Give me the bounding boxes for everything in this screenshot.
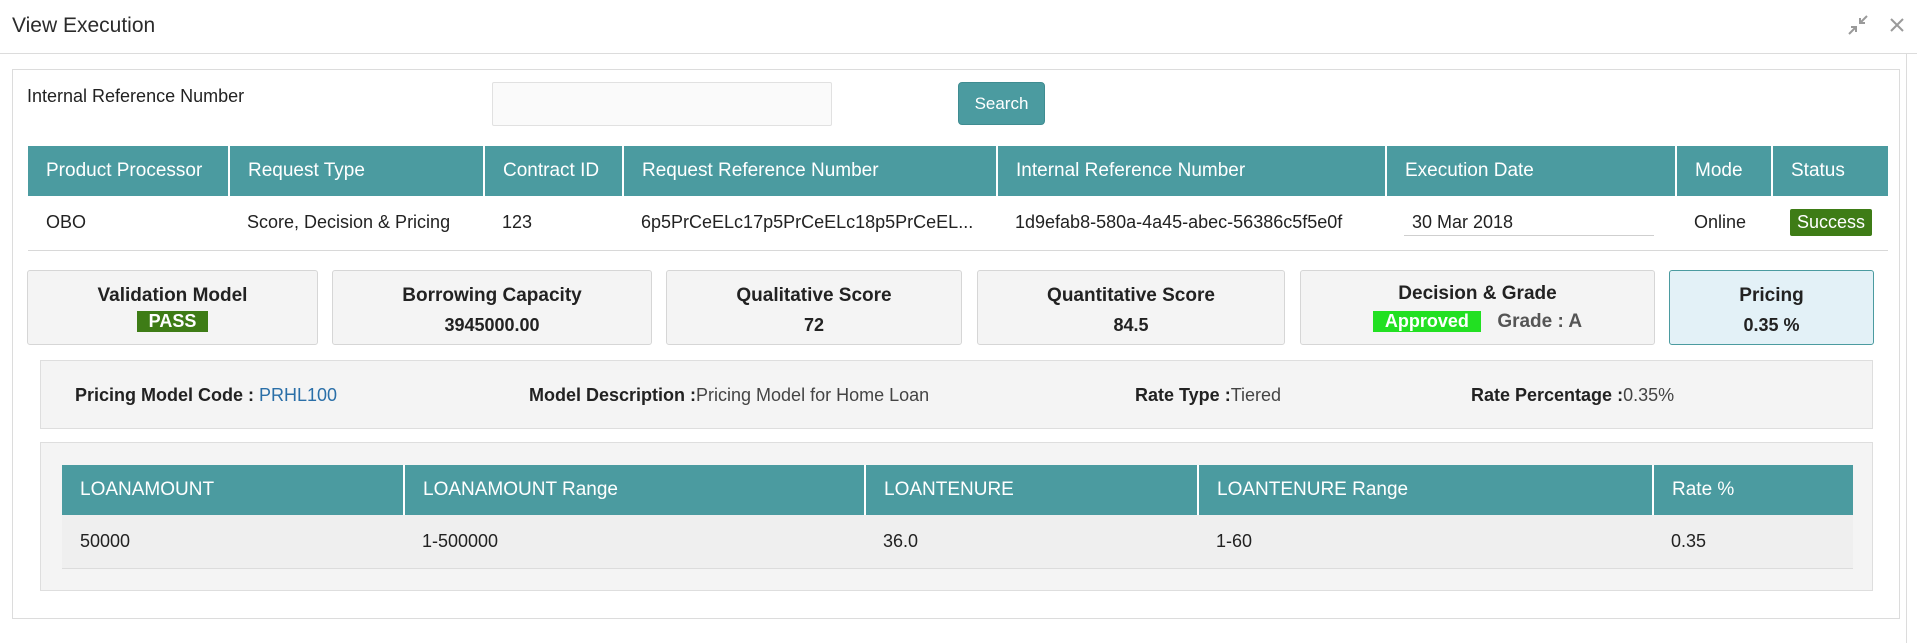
pricing-info-strip: Pricing Model Code : PRHL100 Model Descr… (40, 360, 1873, 429)
col-loantenure-range: LOANTENURE Range (1198, 465, 1654, 515)
cell-rate-percent: 0.35 (1653, 515, 1853, 569)
window-titlebar: View Execution (0, 0, 1917, 54)
quantitative-score-card[interactable]: Quantitative Score 84.5 (977, 270, 1285, 345)
qualitative-score-card[interactable]: Qualitative Score 72 (666, 270, 962, 345)
model-description-value: Pricing Model for Home Loan (696, 385, 930, 405)
decision-row: Approved Grade : A (1301, 311, 1654, 333)
card-value: 72 (803, 315, 825, 335)
card-title: Qualitative Score (736, 285, 892, 306)
approved-badge: Approved (1372, 311, 1481, 332)
cell-loanamount-range: 1-500000 (404, 515, 865, 569)
col-execution-date: Execution Date (1386, 146, 1677, 196)
col-request-reference-number: Request Reference Number (623, 146, 998, 196)
col-mode: Mode (1676, 146, 1773, 196)
card-title: Pricing (1739, 285, 1804, 306)
rate-percentage-value: 0.35% (1623, 385, 1675, 405)
col-loanamount: LOANAMOUNT (62, 465, 405, 515)
cell-request-type: Score, Decision & Pricing (229, 196, 484, 251)
card-title: Validation Model (97, 285, 248, 306)
validation-model-card[interactable]: Validation Model PASS (27, 270, 318, 345)
decision-grade-card[interactable]: Decision & Grade Approved Grade : A (1300, 270, 1655, 345)
col-loanamount-range: LOANAMOUNT Range (404, 465, 866, 515)
rate-type-label: Rate Type : (1135, 385, 1231, 405)
rate-table-header: LOANAMOUNT LOANAMOUNT Range LOANTENURE L… (62, 465, 1853, 515)
model-description-label: Model Description : (529, 385, 697, 405)
close-icon[interactable] (1889, 17, 1905, 33)
rate-table: LOANAMOUNT LOANAMOUNT Range LOANTENURE L… (62, 465, 1853, 569)
internal-reference-input[interactable] (492, 82, 832, 126)
card-value: 0.35 % (1743, 315, 1800, 335)
rate-percentage: Rate Percentage :0.35% (1471, 385, 1674, 406)
window-title: View Execution (12, 14, 156, 37)
window-controls (1847, 14, 1905, 36)
table-row[interactable]: 50000 1-500000 36.0 1-60 0.35 (62, 515, 1853, 569)
col-contract-id: Contract ID (484, 146, 624, 196)
grade-text: Grade : A (1497, 311, 1583, 332)
status-badge: Success (1790, 209, 1873, 237)
search-button[interactable]: Search (958, 82, 1045, 125)
execution-table-header: Product Processor Request Type Contract … (28, 146, 1888, 196)
execution-date-field: 30 Mar 2018 (1404, 210, 1654, 236)
col-internal-reference-number: Internal Reference Number (997, 146, 1387, 196)
search-label: Internal Reference Number (27, 86, 245, 106)
col-rate-percent: Rate % (1653, 465, 1853, 515)
col-request-type: Request Type (229, 146, 485, 196)
card-value: 3945000.00 (444, 315, 540, 335)
col-loantenure: LOANTENURE (865, 465, 1199, 515)
execution-table: Product Processor Request Type Contract … (28, 146, 1888, 251)
pricing-card[interactable]: Pricing 0.35 % (1669, 270, 1874, 345)
rate-type-value: Tiered (1230, 385, 1282, 405)
rate-type: Rate Type :Tiered (1135, 385, 1281, 406)
window-right-border (1906, 54, 1907, 643)
col-status: Status (1772, 146, 1888, 196)
cell-loantenure-range: 1-60 (1198, 515, 1653, 569)
pricing-model-code-label: Pricing Model Code : (75, 385, 260, 405)
cell-contract-id: 123 (484, 196, 623, 251)
pricing-model-code: Pricing Model Code : PRHL100 (75, 385, 337, 406)
rate-percentage-label: Rate Percentage : (1471, 385, 1624, 405)
card-title: Decision & Grade (1398, 283, 1557, 304)
cell-loanamount: 50000 (62, 515, 404, 569)
cell-mode: Online (1676, 196, 1772, 251)
cell-execution-date: 30 Mar 2018 (1386, 196, 1676, 251)
cell-product-processor: OBO (28, 196, 229, 251)
cell-internal-reference-number: 1d9efab8-580a-4a45-abec-56386c5f5e0f (997, 196, 1386, 251)
card-title: Borrowing Capacity (402, 285, 582, 306)
pass-badge: PASS (136, 311, 209, 332)
collapse-arrows-icon[interactable] (1847, 14, 1869, 36)
cell-status: Success (1772, 196, 1888, 251)
col-product-processor: Product Processor (28, 146, 230, 196)
table-row[interactable]: OBO Score, Decision & Pricing 123 6p5PrC… (28, 196, 1888, 251)
card-title: Quantitative Score (1047, 285, 1215, 306)
cell-request-reference-number: 6p5PrCeELc17p5PrCeELc18p5PrCeEL... (623, 196, 997, 251)
borrowing-capacity-card[interactable]: Borrowing Capacity 3945000.00 (332, 270, 652, 345)
cell-loantenure: 36.0 (865, 515, 1198, 569)
card-value: 84.5 (1113, 315, 1149, 335)
model-description: Model Description :Pricing Model for Hom… (529, 385, 929, 406)
pricing-model-code-link[interactable]: PRHL100 (259, 385, 337, 405)
